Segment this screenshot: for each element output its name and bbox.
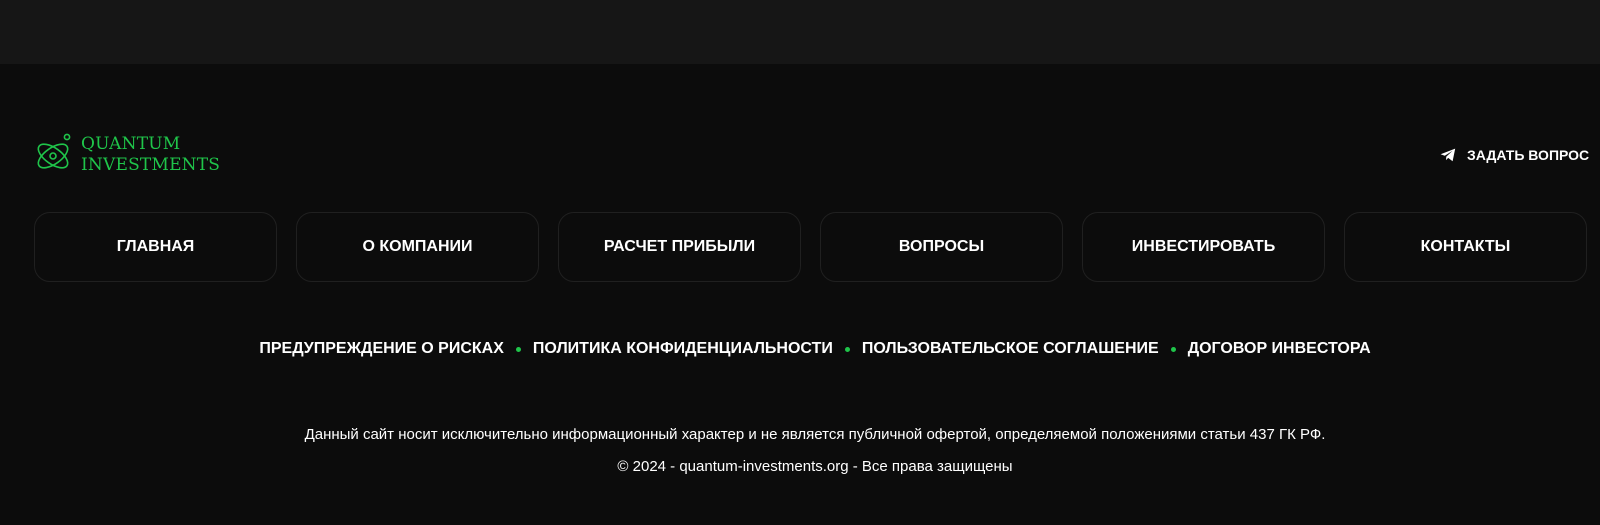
nav-item-faq[interactable]: ВОПРОСЫ	[820, 212, 1063, 282]
logo-line-2: INVESTMENTS	[81, 155, 221, 175]
top-band	[0, 0, 1600, 64]
link-risk-warning[interactable]: ПРЕДУПРЕЖДЕНИЕ О РИСКАХ	[259, 340, 504, 358]
ask-question-button[interactable]: ЗАДАТЬ ВОПРОС	[1440, 145, 1589, 165]
footer-nav: ГЛАВНАЯ О КОМПАНИИ РАСЧЕТ ПРИБЫЛИ ВОПРОС…	[34, 212, 1587, 282]
copyright-text: © 2024 - quantum-investments.org - Все п…	[617, 458, 1013, 475]
nav-item-home[interactable]: ГЛАВНАЯ	[34, 212, 277, 282]
separator-dot	[844, 346, 850, 352]
logo-text: QUANTUM INVESTMENTS	[81, 134, 220, 176]
separator-dot	[515, 346, 521, 352]
ask-question-label: ЗАДАТЬ ВОПРОС	[1467, 147, 1590, 163]
logo-link[interactable]: QUANTUM INVESTMENTS	[33, 130, 220, 180]
atom-logo-icon	[37, 133, 71, 169]
disclaimer-text: Данный сайт носит исключительно информац…	[304, 426, 1326, 443]
nav-item-invest[interactable]: ИНВЕСТИРОВАТЬ	[1082, 212, 1325, 282]
logo-line-1: QUANTUM	[81, 134, 181, 154]
link-user-agreement[interactable]: ПОЛЬЗОВАТЕЛЬСКОЕ СОГЛАШЕНИЕ	[862, 340, 1159, 358]
nav-item-about[interactable]: О КОМПАНИИ	[296, 212, 539, 282]
link-investor-agreement[interactable]: ДОГОВОР ИНВЕСТОРА	[1188, 340, 1371, 358]
link-privacy-policy[interactable]: ПОЛИТИКА КОНФИДЕНЦИАЛЬНОСТИ	[533, 340, 833, 358]
site-footer	[0, 64, 1600, 525]
nav-item-contacts[interactable]: КОНТАКТЫ	[1344, 212, 1587, 282]
legal-links: ПРЕДУПРЕЖДЕНИЕ О РИСКАХ ПОЛИТИКА КОНФИДЕ…	[0, 340, 1600, 358]
separator-dot	[1170, 346, 1176, 352]
telegram-icon	[1440, 148, 1456, 162]
nav-item-profit-calc[interactable]: РАСЧЕТ ПРИБЫЛИ	[558, 212, 801, 282]
